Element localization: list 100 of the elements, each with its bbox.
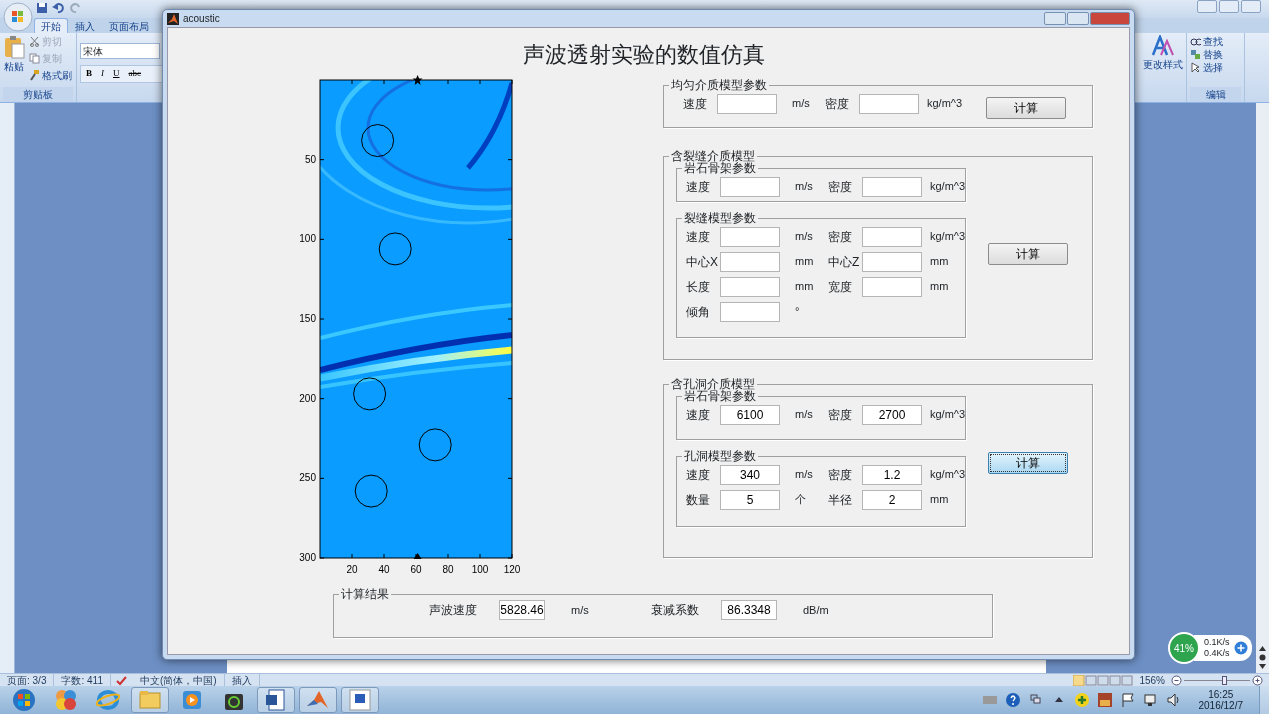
editing-button[interactable]: 替换: [1190, 48, 1241, 61]
input-field[interactable]: 340: [720, 464, 780, 485]
group-label: 编辑: [1190, 87, 1241, 102]
input-field[interactable]: [862, 276, 922, 297]
field-label: 速度: [683, 95, 708, 113]
input-field[interactable]: 2: [862, 489, 922, 510]
field-label: 速度: [686, 228, 711, 246]
scrollbar[interactable]: [1256, 103, 1269, 673]
input-field[interactable]: 2700: [862, 404, 922, 425]
taskbar-button[interactable]: [257, 687, 295, 713]
input-field[interactable]: [720, 276, 780, 297]
swap-icon: [1190, 49, 1201, 60]
add-button[interactable]: [1233, 641, 1248, 655]
font-name-field[interactable]: 宋体: [80, 43, 160, 59]
zoom-level: 156%: [1139, 673, 1165, 688]
copy-icon: [29, 53, 40, 64]
up-arrow-icon: [1259, 646, 1266, 651]
axis-tick-label: 100: [299, 233, 316, 245]
format-button[interactable]: abc: [125, 67, 144, 81]
axis-tick-label: 200: [299, 392, 316, 404]
group-title: 裂缝模型参数: [683, 212, 757, 224]
brush-icon: [29, 70, 40, 81]
input-field[interactable]: [862, 251, 922, 272]
zoom-slider[interactable]: [1184, 674, 1250, 686]
ribbon-tab[interactable]: 页面布局: [102, 18, 156, 33]
play-icon: [180, 688, 204, 712]
unit-label: °: [794, 304, 801, 320]
close-button[interactable]: [1241, 0, 1261, 13]
figure-heading: 声波透射实验的数值仿真: [522, 41, 765, 69]
input-field[interactable]: [720, 301, 780, 322]
slider-thumb[interactable]: [1221, 675, 1227, 685]
unit-label: m/s: [794, 467, 814, 483]
unit-label: dB/m: [802, 602, 829, 618]
flag-icon[interactable]: [1119, 692, 1136, 708]
ribbon-tab[interactable]: 开始: [34, 18, 68, 33]
field-label: 密度: [828, 228, 853, 246]
input-field[interactable]: [862, 176, 922, 197]
output-field[interactable]: 86.3348: [721, 600, 777, 620]
zoom-out-icon[interactable]: [1171, 674, 1182, 686]
save-icon[interactable]: [36, 2, 48, 14]
hole-outline: [378, 232, 412, 266]
minimize-button[interactable]: [1044, 12, 1066, 25]
input-field[interactable]: 1.2: [862, 464, 922, 485]
axis-tick-label: 60: [410, 564, 422, 575]
ring-icon: [96, 688, 120, 712]
axis-tick-label: 300: [299, 552, 316, 563]
format-button[interactable]: U: [110, 67, 123, 81]
cursor-icon: [1190, 62, 1201, 73]
format-button[interactable]: B: [83, 67, 95, 81]
picture-icon[interactable]: [1096, 692, 1113, 708]
editing-button[interactable]: 查找: [1190, 35, 1241, 48]
unit-label: kg/m^3: [929, 467, 966, 483]
unit-label: m/s: [794, 407, 814, 423]
unit-label: kg/m^3: [926, 96, 964, 112]
input-field[interactable]: [862, 226, 922, 247]
input-field[interactable]: [720, 226, 780, 247]
input-field[interactable]: 6100: [720, 404, 780, 425]
unit-label: kg/m^3: [929, 407, 966, 423]
proofing-icon: [114, 674, 129, 686]
folder-icon: [138, 688, 162, 712]
unit-label: mm: [929, 254, 950, 270]
view-buttons-drawing[interactable]: [1073, 674, 1134, 686]
ribbon-tab[interactable]: 插入: [68, 18, 102, 33]
editing-button[interactable]: 选择: [1190, 61, 1241, 74]
paste-button[interactable]: 粘贴: [3, 35, 25, 82]
unit-label: m/s: [794, 229, 814, 245]
taskbar-button[interactable]: [299, 687, 337, 713]
minimize-button[interactable]: [1197, 0, 1217, 13]
input-field[interactable]: [720, 251, 780, 272]
field-label: 半径: [828, 491, 853, 509]
start-button: [12, 688, 36, 712]
undo-icon[interactable]: [52, 2, 66, 14]
window-title: acoustic: [183, 12, 220, 26]
zoom-in-icon[interactable]: [1252, 674, 1263, 686]
group-title: 孔洞模型参数: [683, 450, 757, 462]
maximize-button[interactable]: [1067, 12, 1089, 25]
input-field[interactable]: [717, 93, 777, 114]
field-label: 密度: [828, 406, 853, 424]
format-button[interactable]: I: [98, 67, 107, 81]
output-field[interactable]: 5828.46: [499, 600, 545, 620]
unit-label: m/s: [791, 96, 811, 112]
letters-a-icon: [1150, 35, 1175, 57]
clock-date: 2016/12/7: [1198, 700, 1243, 711]
speaker-icon[interactable]: [1165, 692, 1182, 708]
input-field[interactable]: [859, 93, 919, 114]
clipboard-item[interactable]: 格式刷: [29, 69, 72, 82]
restore-button[interactable]: [1219, 0, 1239, 13]
input-field[interactable]: 5: [720, 489, 780, 510]
redo-icon[interactable]: [70, 2, 82, 14]
help-icon[interactable]: [1004, 692, 1021, 708]
calculate-button[interactable]: 计算: [986, 96, 1066, 119]
calculate-button[interactable]: 计算: [988, 243, 1068, 265]
calculate-button[interactable]: 计算: [988, 451, 1068, 474]
panel-title: 均匀介质模型参数: [670, 79, 768, 91]
plus-icon[interactable]: [1073, 692, 1090, 708]
office-button[interactable]: [3, 2, 33, 32]
taskbar-button[interactable]: [341, 687, 379, 713]
close-button[interactable]: [1090, 12, 1130, 25]
network-icon[interactable]: [1142, 692, 1159, 708]
input-field[interactable]: [720, 176, 780, 197]
